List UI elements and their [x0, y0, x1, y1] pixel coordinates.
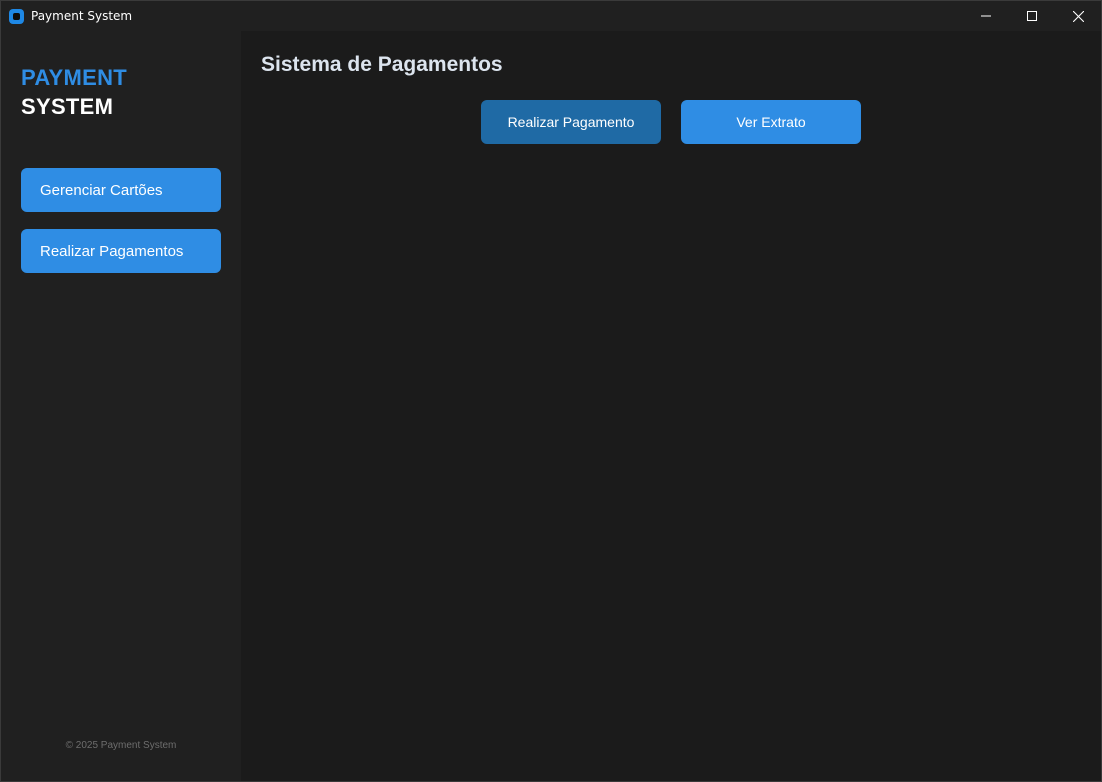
- logo-line-payment: PAYMENT: [21, 65, 128, 90]
- logo-line-system: SYSTEM: [21, 94, 114, 119]
- close-icon: [1072, 10, 1084, 22]
- make-payment-button[interactable]: Realizar Pagamento: [481, 100, 661, 144]
- app-logo: PAYMENT SYSTEM: [21, 63, 127, 121]
- sidebar-footer: © 2025 Payment System: [65, 740, 177, 751]
- window-title: Payment System: [31, 9, 133, 23]
- maximize-button[interactable]: [1009, 1, 1055, 31]
- title-bar[interactable]: Payment System: [1, 1, 1101, 31]
- minimize-icon: [981, 15, 991, 17]
- maximize-icon: [1027, 11, 1037, 21]
- page-title: Sistema de Pagamentos: [261, 53, 503, 76]
- main-content: Sistema de Pagamentos Realizar Pagamento…: [241, 31, 1101, 781]
- close-button[interactable]: [1055, 1, 1101, 31]
- make-payments-button[interactable]: Realizar Pagamentos: [21, 229, 221, 273]
- view-statement-button[interactable]: Ver Extrato: [681, 100, 861, 144]
- app-window: Payment System PAYMENT SYSTEM Gerenciar …: [0, 0, 1102, 782]
- sidebar: PAYMENT SYSTEM Gerenciar Cartões Realiza…: [1, 31, 241, 781]
- app-icon: [9, 8, 24, 24]
- manage-cards-button[interactable]: Gerenciar Cartões: [21, 168, 221, 212]
- window-controls: [963, 1, 1101, 31]
- minimize-button[interactable]: [963, 1, 1009, 31]
